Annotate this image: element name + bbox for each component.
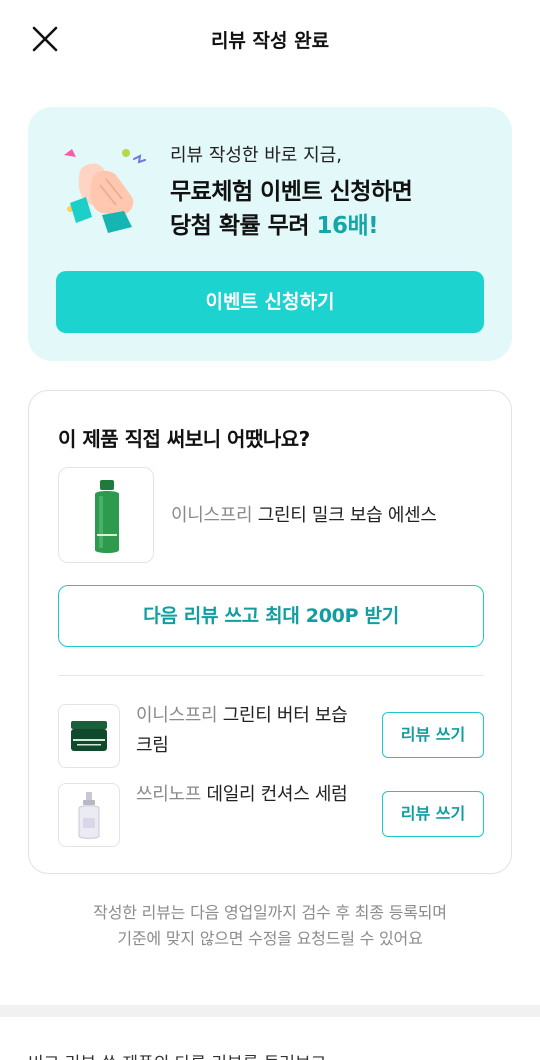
card-title: 이 제품 직접 써보니 어땠나요? bbox=[58, 427, 310, 451]
event-apply-button[interactable]: 이벤트 신청하기 bbox=[56, 271, 484, 333]
main-product-name: 이니스프리 그린티 밀크 보습 에센스 bbox=[171, 501, 437, 527]
promo-headline-line2: 당첨 확률 무려 16배! bbox=[170, 209, 412, 243]
review-suggestion-card: 이 제품 직접 써보니 어땠나요? 이니스프리 그린티 밀크 보습 에센스 다음… bbox=[28, 390, 512, 874]
green-jar-product-image bbox=[58, 704, 120, 768]
promo-subtitle: 리뷰 작성한 바로 지금, bbox=[170, 145, 342, 166]
clapping-hands-icon bbox=[62, 145, 150, 237]
notice-line2: 기준에 맞지 않으면 수정을 요청드릴 수 있어요 bbox=[117, 929, 423, 948]
section-divider bbox=[0, 1005, 540, 1017]
product-brand: 이니스프리 bbox=[136, 705, 218, 726]
write-review-button[interactable]: 리뷰 쓰기 bbox=[382, 791, 484, 837]
main-product-brand: 이니스프리 bbox=[171, 505, 253, 526]
page-title: 리뷰 작성 완료 bbox=[210, 30, 330, 52]
product-name: 쓰리노프 데일리 컨셔스 세럼 bbox=[136, 780, 364, 810]
list-item: 쓰리노프 데일리 컨셔스 세럼 리뷰 쓰기 bbox=[58, 783, 484, 849]
clear-serum-bottle-product-image bbox=[58, 783, 120, 847]
section-title: 비교 리뷰 쓴 제품의 다른 리뷰를 둘러보고 bbox=[28, 1049, 326, 1060]
green-bottle-product-image bbox=[58, 467, 154, 563]
promo-headline-line1: 무료체험 이벤트 신청하면 bbox=[170, 179, 413, 205]
main-product-title: 그린티 밀크 보습 에센스 bbox=[257, 505, 437, 526]
write-review-button[interactable]: 리뷰 쓰기 bbox=[382, 712, 484, 758]
divider bbox=[58, 675, 484, 676]
event-promo-card: 리뷰 작성한 바로 지금, 무료체험 이벤트 신청하면 당첨 확률 무려 16배… bbox=[28, 107, 512, 361]
review-notice: 작성한 리뷰는 다음 영업일까지 검수 후 최종 등록되며 기준에 맞지 않으면… bbox=[0, 900, 540, 952]
header: 리뷰 작성 완료 bbox=[0, 0, 540, 80]
product-name: 이니스프리 그린티 버터 보습 크림 bbox=[136, 701, 364, 761]
list-item: 이니스프리 그린티 버터 보습 크림 리뷰 쓰기 bbox=[58, 704, 484, 770]
promo-headline-prefix: 당첨 확률 무려 bbox=[170, 213, 317, 239]
promo-headline-accent: 16배! bbox=[316, 213, 379, 239]
next-review-button[interactable]: 다음 리뷰 쓰고 최대 200P 받기 bbox=[58, 585, 484, 647]
notice-line1: 작성한 리뷰는 다음 영업일까지 검수 후 최종 등록되며 bbox=[93, 903, 447, 922]
product-title: 데일리 컨셔스 세럼 bbox=[206, 784, 348, 805]
product-brand: 쓰리노프 bbox=[136, 784, 202, 805]
promo-headline: 무료체험 이벤트 신청하면 당첨 확률 무려 16배! bbox=[170, 175, 413, 243]
